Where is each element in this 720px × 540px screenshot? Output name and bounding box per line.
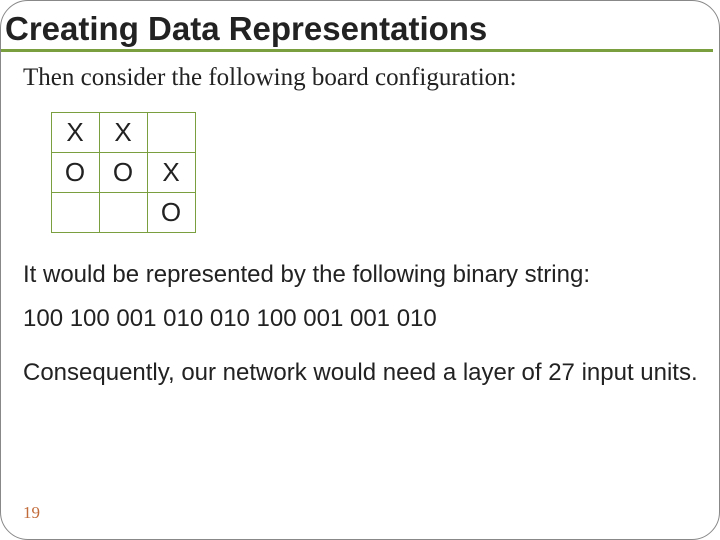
cell-2-0 — [51, 192, 100, 233]
slide-frame: Creating Data Representations Then consi… — [0, 0, 720, 540]
slide-title: Creating Data Representations — [1, 1, 713, 52]
cell-2-1 — [99, 192, 148, 233]
board-grid: X X O O X O — [51, 112, 701, 232]
cell-1-1: O — [99, 152, 148, 193]
cell-0-0: X — [51, 112, 100, 153]
desc-text: It would be represented by the following… — [23, 260, 701, 290]
cell-1-2: X — [147, 152, 196, 193]
page-number: 19 — [23, 503, 40, 523]
intro-text: Then consider the following board config… — [23, 64, 701, 92]
cell-0-2 — [147, 112, 196, 153]
slide-body: Then consider the following board config… — [1, 52, 719, 388]
cell-2-2: O — [147, 192, 196, 233]
binary-string: 100 100 001 010 010 100 001 001 010 — [23, 304, 701, 334]
cell-1-0: O — [51, 152, 100, 193]
cell-0-1: X — [99, 112, 148, 153]
conclusion-text: Consequently, our network would need a l… — [23, 358, 701, 388]
